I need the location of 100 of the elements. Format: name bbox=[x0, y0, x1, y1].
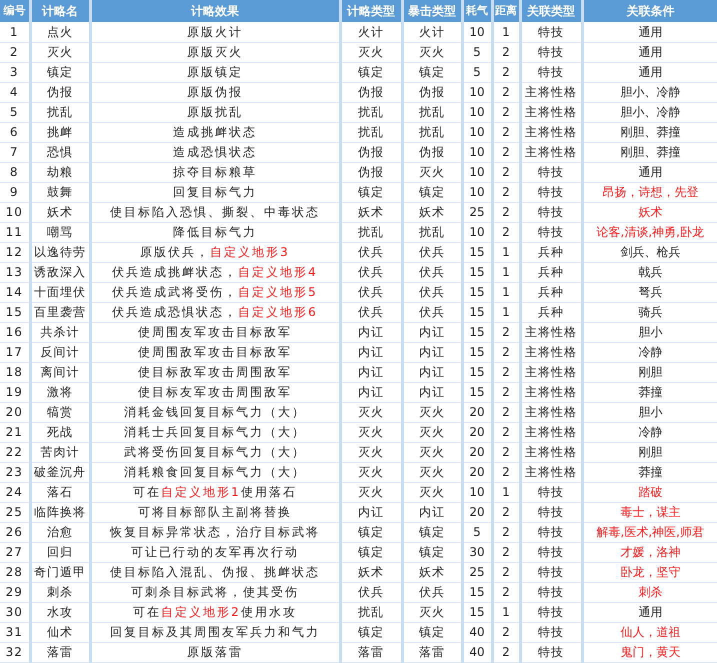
table-cell: 扰乱 bbox=[340, 602, 402, 622]
table-cell: 原版火计 bbox=[90, 22, 340, 42]
table-cell: 造成挑衅状态 bbox=[90, 122, 340, 142]
table-cell: 胆小 bbox=[582, 402, 717, 422]
table-cell: 20 bbox=[462, 402, 492, 422]
table-cell: 灭火 bbox=[402, 162, 462, 182]
table-cell: 通用 bbox=[582, 42, 717, 62]
table-cell: 1 bbox=[492, 262, 520, 282]
table-cell: 剑兵、枪兵 bbox=[582, 242, 717, 262]
table-cell: 内讧 bbox=[340, 342, 402, 362]
table-cell: 灭火 bbox=[402, 442, 462, 462]
table-cell: 造成恐惧状态 bbox=[90, 142, 340, 162]
table-cell: 灭火 bbox=[402, 602, 462, 622]
table-cell: 内讧 bbox=[402, 342, 462, 362]
table-cell: 10 bbox=[462, 122, 492, 142]
table-cell: 通用 bbox=[582, 602, 717, 622]
table-cell: 兵种 bbox=[520, 262, 582, 282]
table-cell: 扰乱 bbox=[30, 102, 90, 122]
table-cell: 原版灭火 bbox=[90, 42, 340, 62]
table-cell: 镇定 bbox=[402, 62, 462, 82]
table-cell: 1 bbox=[492, 242, 520, 262]
table-cell: 特技 bbox=[520, 502, 582, 522]
table-cell: 15 bbox=[462, 582, 492, 602]
table-cell: 伏兵 bbox=[402, 262, 462, 282]
table-cell: 6 bbox=[0, 122, 30, 142]
table-cell: 灭火 bbox=[402, 402, 462, 422]
table-cell: 冷静 bbox=[582, 342, 717, 362]
table-cell: 内讧 bbox=[340, 382, 402, 402]
table-cell: 妖术 bbox=[402, 202, 462, 222]
table-cell: 仙人，道祖 bbox=[582, 622, 717, 642]
table-cell: 15 bbox=[462, 322, 492, 342]
table-cell: 伪报 bbox=[30, 82, 90, 102]
table-cell: 16 bbox=[0, 322, 30, 342]
table-cell: 伏兵造成武将受伤，自定义地形5 bbox=[90, 282, 340, 302]
table-cell: 2 bbox=[492, 402, 520, 422]
table-cell: 回归 bbox=[30, 542, 90, 562]
table-cell: 论客,清谈,神勇,卧龙 bbox=[582, 222, 717, 242]
table-cell: 内讧 bbox=[340, 322, 402, 342]
table-cell: 莽撞 bbox=[582, 462, 717, 482]
table-cell: 伏兵 bbox=[340, 282, 402, 302]
table-cell: 共杀计 bbox=[30, 322, 90, 342]
table-cell: 15 bbox=[462, 362, 492, 382]
table-cell: 2 bbox=[492, 42, 520, 62]
table-cell: 特技 bbox=[520, 542, 582, 562]
table-cell: 灭火 bbox=[340, 402, 402, 422]
table-cell: 昂扬，诗想，先登 bbox=[582, 182, 717, 202]
table-cell: 灭火 bbox=[340, 442, 402, 462]
table-cell: 主将性格 bbox=[520, 422, 582, 442]
table-cell: 点火 bbox=[30, 22, 90, 42]
table-cell: 通用 bbox=[582, 162, 717, 182]
table-cell: 伪报 bbox=[402, 142, 462, 162]
table-cell: 32 bbox=[0, 642, 30, 662]
table-cell: 伏兵 bbox=[340, 302, 402, 322]
table-cell: 扰乱 bbox=[402, 102, 462, 122]
table-cell: 犒赏 bbox=[30, 402, 90, 422]
table-cell: 伏兵 bbox=[402, 242, 462, 262]
table-cell: 消耗粮食回复目标气力（大） bbox=[90, 462, 340, 482]
table-cell: 21 bbox=[0, 422, 30, 442]
table-cell: 使目标友军攻击周围敌军 bbox=[90, 382, 340, 402]
column-header: 耗气 bbox=[462, 0, 492, 22]
table-cell: 2 bbox=[492, 162, 520, 182]
table-cell: 1 bbox=[0, 22, 30, 42]
table-cell: 29 bbox=[0, 582, 30, 602]
table-cell: 4 bbox=[0, 82, 30, 102]
table-cell: 主将性格 bbox=[520, 442, 582, 462]
table-cell: 10 bbox=[462, 182, 492, 202]
table-cell: 落雷 bbox=[402, 642, 462, 662]
table-cell: 消耗金钱回复目标气力（大） bbox=[90, 402, 340, 422]
table-cell: 镇定 bbox=[402, 182, 462, 202]
table-cell: 镇定 bbox=[340, 62, 402, 82]
table-cell: 9 bbox=[0, 182, 30, 202]
table-cell: 踏破 bbox=[582, 482, 717, 502]
table-cell: 破釜沉舟 bbox=[30, 462, 90, 482]
table-cell: 13 bbox=[0, 262, 30, 282]
table-cell: 主将性格 bbox=[520, 402, 582, 422]
table-cell: 刚胆、莽撞 bbox=[582, 122, 717, 142]
table-cell: 18 bbox=[0, 362, 30, 382]
table-cell: 特技 bbox=[520, 482, 582, 502]
table-cell: 1 bbox=[492, 482, 520, 502]
table-cell: 17 bbox=[0, 342, 30, 362]
table-cell: 通用 bbox=[582, 22, 717, 42]
table-cell: 伏兵 bbox=[340, 242, 402, 262]
table-cell: 使目标陷入恐惧、撕裂、中毒状态 bbox=[90, 202, 340, 222]
column-header: 关联类型 bbox=[520, 0, 582, 22]
table-cell: 5 bbox=[462, 522, 492, 542]
table-cell: 原版扰乱 bbox=[90, 102, 340, 122]
table-cell: 鼓舞 bbox=[30, 182, 90, 202]
table-cell: 2 bbox=[492, 582, 520, 602]
table-cell: 灭火 bbox=[402, 42, 462, 62]
table-cell: 可刺杀目标武将，使其受伤 bbox=[90, 582, 340, 602]
table-cell: 14 bbox=[0, 282, 30, 302]
table-cell: 2 bbox=[492, 642, 520, 662]
table-cell: 火计 bbox=[402, 22, 462, 42]
table-cell: 2 bbox=[492, 222, 520, 242]
column-header: 计略效果 bbox=[90, 0, 340, 22]
table-cell: 镇定 bbox=[340, 182, 402, 202]
table-cell: 刚胆 bbox=[582, 442, 717, 462]
table-cell: 特技 bbox=[520, 162, 582, 182]
table-cell: 10 bbox=[462, 82, 492, 102]
table-cell: 弩兵 bbox=[582, 282, 717, 302]
